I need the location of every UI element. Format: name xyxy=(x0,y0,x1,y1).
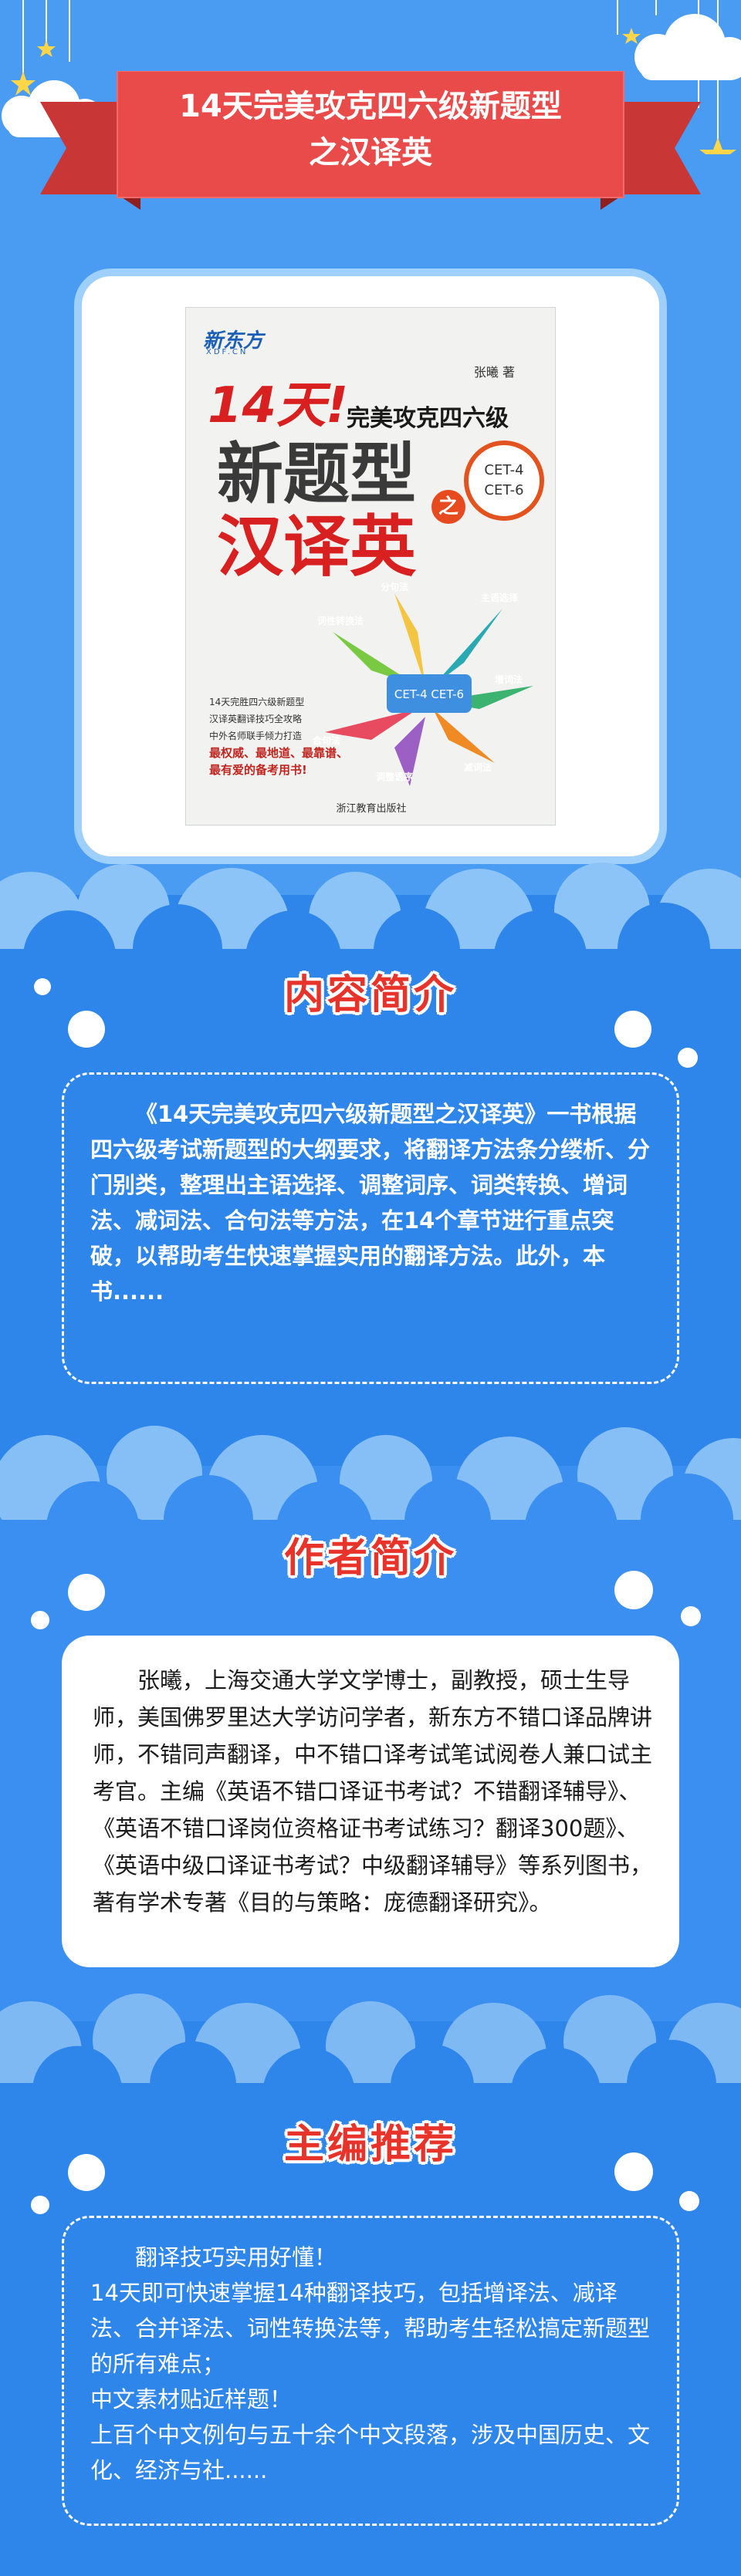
cloud-divider-2 xyxy=(0,1404,741,1543)
decor-dot xyxy=(678,1048,698,1068)
page: 14天完美攻克四六级新题型 之汉译英 新东方 XDF.CN 张曦 著 14天! … xyxy=(0,0,741,2576)
diagram-label-6: 分句法 xyxy=(381,581,408,593)
cover-blurb: 14天完胜四六级新题型 汉译英翻译技巧全攻略 中外名师联手倾力打造 最权威、最地… xyxy=(209,694,371,778)
decor-dot xyxy=(68,1574,105,1611)
publisher-logo-sub: XDF.CN xyxy=(206,348,249,356)
book-title-sub: 完美攻克四六级 xyxy=(347,405,509,432)
decor-dot xyxy=(68,1011,105,1048)
book-title-14: 14天! xyxy=(208,377,349,434)
page-title-line-2: 之汉译英 xyxy=(309,135,432,170)
book-cover-frame: 新东方 XDF.CN 张曦 著 14天! 完美攻克四六级 新题型 汉译英 之 C… xyxy=(74,268,667,864)
cloud-divider-3 xyxy=(0,1975,741,2114)
cover-blurb-red-1: 最权威、最地道、最靠谱、 xyxy=(209,746,349,760)
decor-dot xyxy=(34,978,51,995)
cover-blurb-red-2: 最有爱的备考用书! xyxy=(209,763,307,777)
page-title: 14天完美攻克四六级新题型 之汉译英 xyxy=(140,83,601,176)
section-author-box: 张曦，上海交通大学文学博士，副教授，硕士生导师，美国佛罗里达大学访问学者，新东方… xyxy=(62,1636,679,1967)
book-author: 张曦 著 xyxy=(473,365,515,380)
diagram-label-0: 主语选择 xyxy=(481,592,519,603)
recommend-line-3: 中文素材贴近样题！ xyxy=(90,2386,293,2412)
cover-blurb-line-2: 汉译英翻译技巧全攻略 xyxy=(209,714,303,724)
decor-dot xyxy=(31,1611,49,1629)
cover-blurb-line-3: 中外名师联手倾力打造 xyxy=(209,731,303,741)
cet-badge: CET-4 CET-6 xyxy=(464,441,544,521)
diagram-label-1: 词性转换法 xyxy=(317,615,364,626)
decor-dot xyxy=(681,1606,701,1626)
cet-badge-line-2: CET-6 xyxy=(484,482,524,498)
decor-dot xyxy=(614,1011,651,1048)
section-author-text: 张曦，上海交通大学文学博士，副教授，硕士生导师，美国佛罗里达大学访问学者，新东方… xyxy=(93,1667,653,1916)
title-ribbon: 14天完美攻克四六级新题型 之汉译英 xyxy=(40,71,701,218)
decor-dot xyxy=(614,1571,653,1609)
cloud-divider-1 xyxy=(0,833,741,972)
decor-dot xyxy=(68,2154,105,2191)
recommend-line-4: 上百个中文例句与五十余个中文段落，涉及中国历史、文化、经济与社...... xyxy=(90,2422,651,2483)
recommend-line-1: 翻译技巧实用好懂！ xyxy=(135,2244,337,2270)
cover-publisher-name: 浙江教育出版社 xyxy=(336,803,407,815)
diagram-label-4: 调整语序 xyxy=(376,771,413,782)
section-intro-text: 《14天完美攻克四六级新题型之汉译英》一书根据四六级考试新题型的大纲要求，将翻译… xyxy=(90,1101,651,1305)
decor-dot xyxy=(679,2191,699,2211)
cover-blurb-line-1: 14天完胜四六级新题型 xyxy=(209,697,305,707)
decor-dot xyxy=(614,2152,653,2191)
cet-badge-line-1: CET-4 xyxy=(484,462,524,478)
decor-dot xyxy=(31,2196,49,2214)
page-title-line-1: 14天完美攻克四六级新题型 xyxy=(179,89,562,124)
book-cover-image: 新东方 XDF.CN 张曦 著 14天! 完美攻克四六级 新题型 汉译英 之 C… xyxy=(185,307,556,825)
book-title-big-2: 汉译英 xyxy=(217,508,416,586)
book-title-zhi-badge: 之 xyxy=(431,490,465,524)
diagram-label-2: 增词法 xyxy=(495,674,523,685)
section-intro-box: 《14天完美攻克四六级新题型之汉译英》一书根据四六级考试新题型的大纲要求，将翻译… xyxy=(62,1072,679,1384)
diagram-label-3: 减词法 xyxy=(464,761,492,773)
section-recommend-box: 翻译技巧实用好懂！ 14天即可快速掌握14种翻译技巧，包括增译法、减译法、合并译… xyxy=(62,2216,679,2526)
book-title-big-1: 新题型 xyxy=(217,436,416,513)
recommend-line-2: 14天即可快速掌握14种翻译技巧，包括增译法、减译法、合并译法、词性转换法等，帮… xyxy=(90,2280,651,2377)
diagram-center-label: CET-4 CET-6 xyxy=(394,687,464,701)
